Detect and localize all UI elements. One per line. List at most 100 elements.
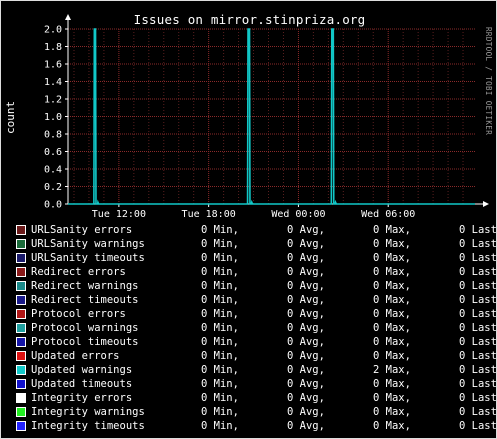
legend-avg: 0 Avg, (287, 420, 325, 432)
legend-max: 0 Max, (373, 294, 411, 306)
x-axis-arrow (483, 201, 489, 207)
chart-frame: Tue 12:00 Tue 18:00 Wed 00:00 Wed 06:00 0.0 0… (0, 0, 497, 439)
legend-last: 0 Last (459, 252, 497, 264)
chart-title: Issues on mirror.stinpriza.org (133, 12, 366, 27)
series-line-updated-warnings (68, 28, 475, 205)
legend-swatch (16, 267, 26, 277)
y-tick-label: 0.6 (44, 147, 62, 158)
legend-min: 0 Min, (201, 266, 239, 278)
legend-min: 0 Min, (201, 364, 239, 376)
legend-swatch (16, 351, 26, 361)
legend-min: 0 Min, (201, 406, 239, 418)
legend-label: Integrity warnings (31, 406, 145, 418)
legend-min: 0 Min, (201, 280, 239, 292)
legend-item: Redirect warnings 0 Min, 0 Avg, 0 Max, 0 Las… (15, 279, 496, 293)
legend-last: 0 Last (459, 238, 497, 250)
legend-label: Integrity timeouts (31, 420, 145, 432)
legend-max: 0 Max, (373, 280, 411, 292)
legend-min: 0 Min, (201, 420, 239, 432)
y-tick-label: 1.4 (44, 77, 62, 88)
y-tick-label: 1.6 (44, 60, 62, 71)
legend-avg: 0 Avg, (287, 392, 325, 404)
legend-last: 0 Last (459, 294, 497, 306)
x-tick-label: Wed 00:00 (271, 209, 325, 220)
legend-last: 0 Last (459, 420, 497, 432)
legend-swatch (16, 379, 26, 389)
legend-item: Protocol errors 0 Min, 0 Avg, 0 Max, 0 Last (15, 307, 497, 321)
y-tick-label: 0.2 (44, 182, 62, 193)
legend-swatch (16, 421, 26, 431)
legend-avg: 0 Avg, (287, 378, 325, 390)
legend-swatch (16, 309, 26, 319)
legend-label: URLSanity warnings (31, 238, 145, 250)
x-tick-label: Tue 18:00 (182, 209, 236, 220)
legend-item: Redirect timeouts 0 Min, 0 Avg, 0 Max, 0 Las… (15, 293, 497, 307)
legend-label: URLSanity errors (31, 224, 133, 236)
legend-avg: 0 Avg, (287, 252, 325, 264)
legend-swatch (16, 281, 26, 291)
legend-max: 0 Max, (373, 266, 411, 278)
legend-label: Integrity errors (31, 392, 133, 404)
legend-min: 0 Min, (201, 336, 239, 348)
legend-swatch (16, 225, 26, 235)
legend-max: 0 Max, (373, 224, 411, 236)
legend-item: Integrity errors 0 Min, 0 Avg, 0 Max, 0 Last (15, 391, 497, 405)
legend-max: 0 Max, (373, 350, 411, 362)
legend-min: 0 Min, (201, 308, 239, 320)
legend-swatch (16, 295, 26, 305)
legend-swatch (16, 323, 26, 333)
legend-label: Redirect warnings (31, 280, 139, 292)
legend-avg: 0 Avg, (287, 238, 325, 250)
legend-max: 0 Max, (373, 406, 411, 418)
legend-swatch (16, 239, 26, 249)
legend-min: 0 Min, (201, 392, 239, 404)
legend-max: 0 Max, (373, 392, 411, 404)
legend-min: 0 Min, (201, 378, 239, 390)
legend-max: 0 Max, (373, 238, 411, 250)
legend-min: 0 Min, (201, 238, 239, 250)
legend-last: 0 Last (459, 392, 497, 404)
legend-label: Updated warnings (31, 364, 133, 376)
y-tick-label: 1.8 (44, 42, 62, 53)
legend-avg: 0 Avg, (287, 224, 325, 236)
legend-max: 0 Max, (373, 322, 411, 334)
watermark: RRDTOOL / TOBI OETIKER (484, 27, 493, 136)
legend-last: 0 Last (459, 364, 497, 376)
legend-swatch (16, 337, 26, 347)
legend-min: 0 Min, (201, 350, 239, 362)
legend-label: Redirect timeouts (31, 294, 139, 306)
legend-item: Protocol timeouts 0 Min, 0 Avg, 0 Max, 0 Las… (15, 335, 497, 349)
legend-min: 0 Min, (201, 252, 239, 264)
legend-swatch (16, 393, 26, 403)
legend-last: 0 Last (459, 266, 497, 278)
legend-item: Updated timeouts 0 Min, 0 Avg, 0 Max, 0 Last (15, 377, 496, 391)
legend-avg: 0 Avg, (287, 308, 325, 320)
legend-label: Protocol errors (31, 308, 126, 320)
y-tick-label: 0.8 (44, 130, 62, 141)
legend-min: 0 Min, (201, 294, 239, 306)
legend-max: 0 Max, (373, 378, 411, 390)
legend-avg: 0 Avg, (287, 266, 325, 278)
legend-avg: 0 Avg, (287, 350, 325, 362)
legend-item: Integrity timeouts 0 Min, 0 Avg, 0 Max, 0 La… (15, 419, 497, 433)
legend-label: Protocol warnings (31, 322, 139, 334)
legend-last: 0 Last (459, 406, 497, 418)
legend-swatch (16, 253, 26, 263)
legend-last: 0 Last (459, 336, 497, 348)
chart-svg: Tue 12:00 Tue 18:00 Wed 00:00 Wed 06:00 0.0 0… (44, 14, 489, 220)
legend-item: URLSanity timeouts 0 Min, 0 Avg, 0 Max, 0 La… (15, 251, 497, 265)
legend-item: Redirect errors 0 Min, 0 Avg, 0 Max, 0 Last (15, 265, 497, 279)
legend-avg: 0 Avg, (287, 406, 325, 418)
legend-item: URLSanity warnings 0 Min, 0 Avg, 0 Max, 0 La… (15, 237, 497, 251)
legend-label: Redirect errors (31, 266, 126, 278)
legend-min: 0 Min, (201, 322, 239, 334)
legend-item: Protocol warnings 0 Min, 0 Avg, 0 Max, 0 Las… (15, 321, 496, 335)
legend-last: 0 Last (459, 224, 497, 236)
legend-max: 0 Max, (373, 420, 411, 432)
x-tick-label: Tue 12:00 (92, 209, 146, 220)
y-tick-label: 1.0 (44, 112, 62, 123)
y-tick-label: 0.0 (44, 200, 62, 211)
legend-label: URLSanity timeouts (31, 252, 145, 264)
legend-last: 0 Last (459, 308, 497, 320)
legend-item: Updated errors 0 Min, 0 Avg, 0 Max, 0 Last (15, 349, 496, 363)
